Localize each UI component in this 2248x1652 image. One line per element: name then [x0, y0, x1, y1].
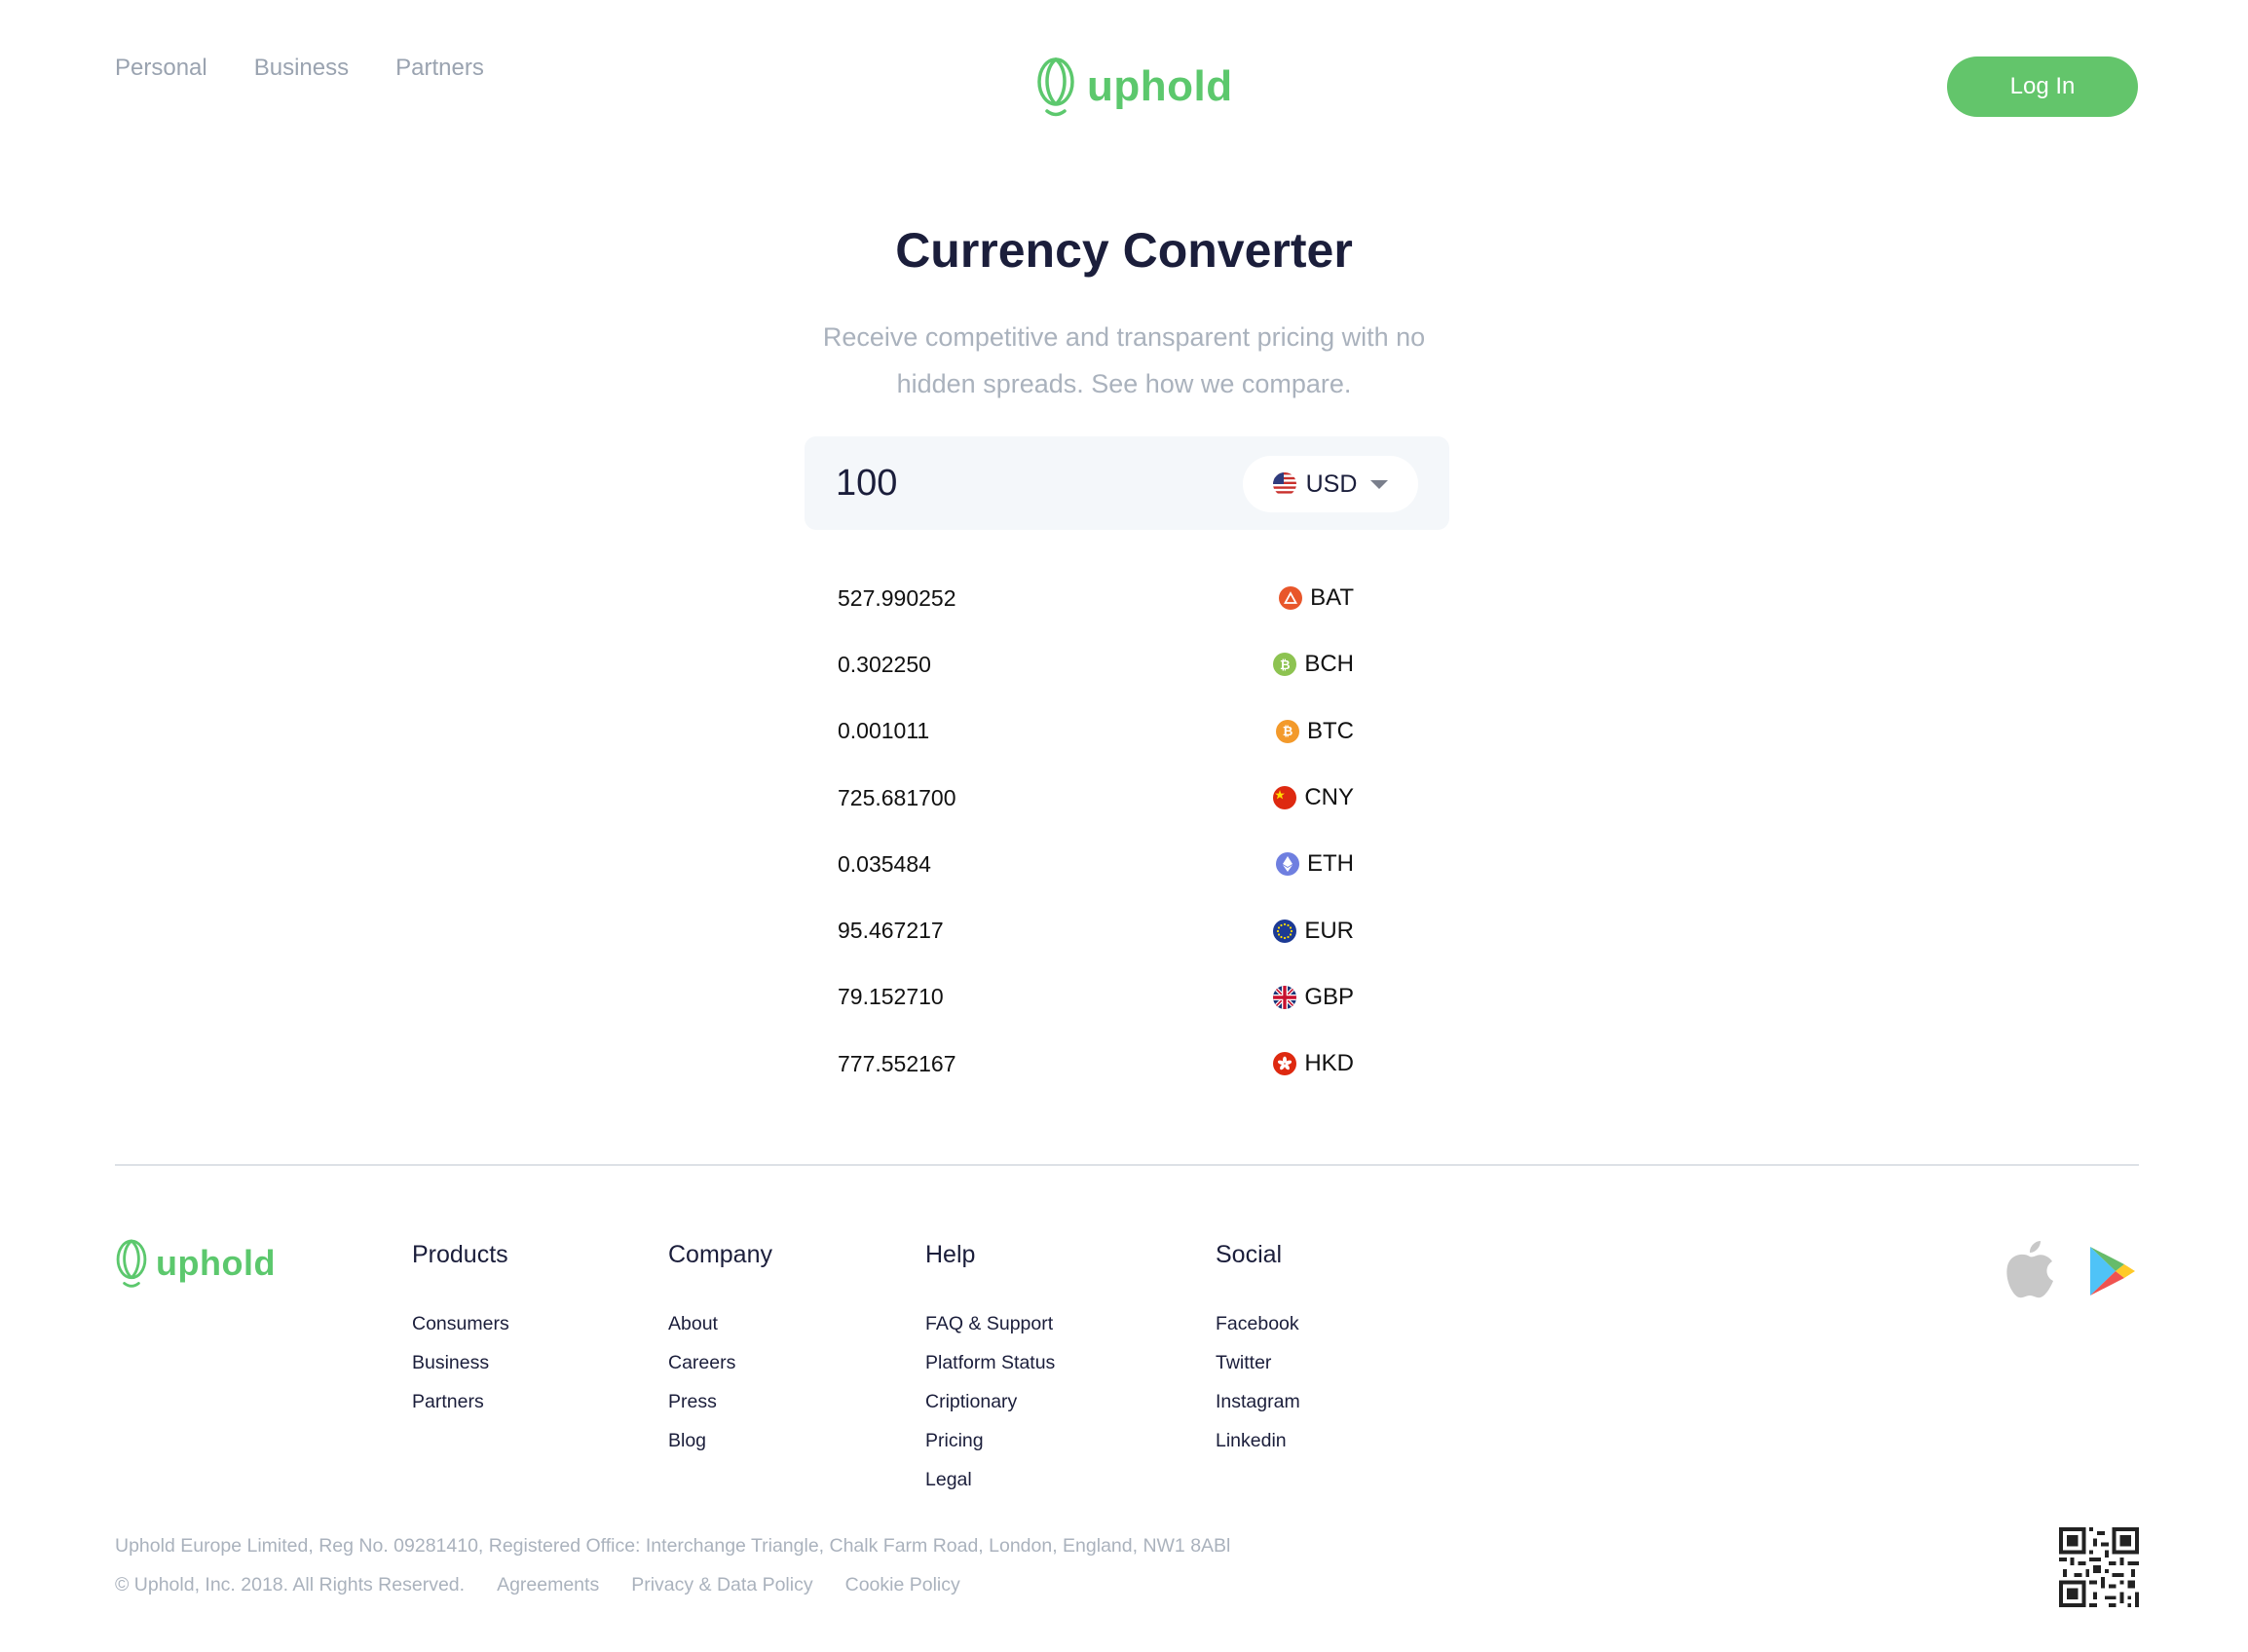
- top-nav: Personal Business Partners: [115, 55, 484, 82]
- footer-column-products: Products Consumers Business Partners: [412, 1241, 509, 1421]
- footer-logo[interactable]: uphold: [115, 1237, 276, 1290]
- rate-currency: ₿ BCH: [1273, 651, 1354, 678]
- footer-column-title: Company: [668, 1241, 772, 1268]
- rate-row: 527.990252 BAT: [838, 565, 1354, 631]
- google-play-icon[interactable]: [2088, 1245, 2137, 1297]
- us-flag-icon: [1272, 472, 1296, 496]
- footer-link-linkedin[interactable]: Linkedin: [1216, 1421, 1300, 1460]
- selected-currency-code: USD: [1305, 469, 1358, 498]
- rate-currency-code: GBP: [1304, 983, 1354, 1010]
- rate-currency-code: BCH: [1304, 651, 1354, 678]
- rate-value: 725.681700: [838, 784, 956, 810]
- qr-code-icon: [2059, 1527, 2139, 1607]
- rate-value: 0.302250: [838, 651, 931, 677]
- rate-currency: CNY: [1273, 784, 1354, 811]
- footer-column-title: Social: [1216, 1241, 1283, 1268]
- rate-currency: BAT: [1279, 584, 1354, 612]
- footer-link-instagram[interactable]: Instagram: [1216, 1382, 1300, 1421]
- rate-value: 527.990252: [838, 584, 956, 611]
- nav-business[interactable]: Business: [254, 55, 349, 82]
- rate-value: 777.552167: [838, 1050, 956, 1076]
- rate-row: 725.681700 CNY: [838, 765, 1354, 831]
- footer-link-about[interactable]: About: [668, 1304, 772, 1343]
- footer-link-blog[interactable]: Blog: [668, 1421, 772, 1460]
- rate-currency-code: ETH: [1307, 850, 1354, 878]
- page-title: Currency Converter: [895, 223, 1353, 278]
- copyright-text: © Uphold, Inc. 2018. All Rights Reserved…: [115, 1574, 466, 1596]
- bat-icon: [1279, 586, 1303, 611]
- footer-column-social: Social Facebook Twitter Instagram Linked…: [1216, 1241, 1300, 1460]
- footer-column-help: Help FAQ & Support Platform Status Cript…: [925, 1241, 1055, 1499]
- rate-currency-code: EUR: [1304, 917, 1354, 944]
- rate-currency-code: BAT: [1310, 584, 1354, 612]
- hk-flag-icon: [1273, 1052, 1297, 1076]
- footer-link-consumers[interactable]: Consumers: [412, 1304, 509, 1343]
- amount-input[interactable]: [836, 458, 1206, 508]
- rate-row: 79.152710 GBP: [838, 964, 1354, 1031]
- rate-currency: EUR: [1273, 918, 1354, 945]
- rate-row: 0.302250 ₿ BCH: [838, 631, 1354, 697]
- footer-link-platform-status[interactable]: Platform Status: [925, 1343, 1055, 1382]
- footer-column-company: Company About Careers Press Blog: [668, 1241, 772, 1460]
- cn-flag-icon: [1273, 786, 1297, 810]
- rate-value: 0.035484: [838, 850, 931, 877]
- rate-currency: ETH: [1276, 850, 1354, 878]
- legal-links: © Uphold, Inc. 2018. All Rights Reserved…: [115, 1574, 960, 1596]
- footer-link-legal[interactable]: Legal: [925, 1460, 1055, 1499]
- rate-currency-code: CNY: [1304, 784, 1354, 811]
- rate-row: 0.001011 ₿ BTC: [838, 698, 1354, 765]
- rate-row: 95.467217 EUR: [838, 897, 1354, 963]
- page-subtitle: Receive competitive and transparent pric…: [822, 322, 1426, 398]
- rate-row: 777.552167 HKD: [838, 1031, 1354, 1097]
- rate-currency-code: HKD: [1304, 1050, 1354, 1077]
- bch-icon: ₿: [1273, 653, 1297, 677]
- uphold-logo-icon: [116, 1239, 147, 1288]
- footer-link-careers[interactable]: Careers: [668, 1343, 772, 1382]
- header-logo[interactable]: uphold: [1036, 55, 1233, 119]
- nav-personal[interactable]: Personal: [115, 55, 207, 82]
- footer-link-twitter[interactable]: Twitter: [1216, 1343, 1300, 1382]
- legal-registration-text: Uphold Europe Limited, Reg No. 09281410,…: [115, 1535, 1231, 1557]
- cookie-policy-link[interactable]: Cookie Policy: [845, 1574, 960, 1596]
- logo-wordmark: uphold: [156, 1243, 276, 1283]
- footer-column-title: Products: [412, 1241, 508, 1268]
- uphold-logo-icon: [1037, 56, 1074, 117]
- agreements-link[interactable]: Agreements: [497, 1574, 599, 1596]
- nav-partners[interactable]: Partners: [395, 55, 484, 82]
- eth-icon: [1276, 852, 1299, 877]
- login-button[interactable]: Log In: [1947, 56, 2138, 117]
- rate-row: 0.035484 ETH: [838, 831, 1354, 897]
- footer-link-business[interactable]: Business: [412, 1343, 509, 1382]
- currency-select[interactable]: USD: [1243, 456, 1418, 512]
- eu-flag-icon: [1273, 919, 1297, 943]
- rate-list: 527.990252 BAT 0.302250 ₿ BCH 0.001011 ₿…: [838, 565, 1354, 1097]
- footer-link-criptionary[interactable]: Criptionary: [925, 1382, 1055, 1421]
- footer-link-pricing[interactable]: Pricing: [925, 1421, 1055, 1460]
- footer-column-title: Help: [925, 1241, 976, 1268]
- footer-link-facebook[interactable]: Facebook: [1216, 1304, 1300, 1343]
- footer-link-partners[interactable]: Partners: [412, 1382, 509, 1421]
- rate-currency-code: BTC: [1307, 717, 1354, 744]
- rate-currency: HKD: [1273, 1050, 1354, 1077]
- btc-icon: ₿: [1276, 719, 1299, 743]
- privacy-policy-link[interactable]: Privacy & Data Policy: [631, 1574, 812, 1596]
- rate-value: 0.001011: [838, 718, 930, 744]
- apple-icon[interactable]: [2003, 1239, 2057, 1299]
- footer-link-faq[interactable]: FAQ & Support: [925, 1304, 1055, 1343]
- footer-link-press[interactable]: Press: [668, 1382, 772, 1421]
- logo-wordmark: uphold: [1087, 62, 1233, 110]
- rate-value: 95.467217: [838, 918, 944, 944]
- footer-divider: [115, 1164, 2139, 1166]
- rate-currency: ₿ BTC: [1276, 718, 1354, 745]
- rate-value: 79.152710: [838, 984, 944, 1010]
- uk-flag-icon: [1273, 985, 1297, 1009]
- converter-box: USD: [805, 436, 1449, 530]
- rate-currency: GBP: [1273, 984, 1354, 1011]
- chevron-down-icon: [1370, 479, 1389, 489]
